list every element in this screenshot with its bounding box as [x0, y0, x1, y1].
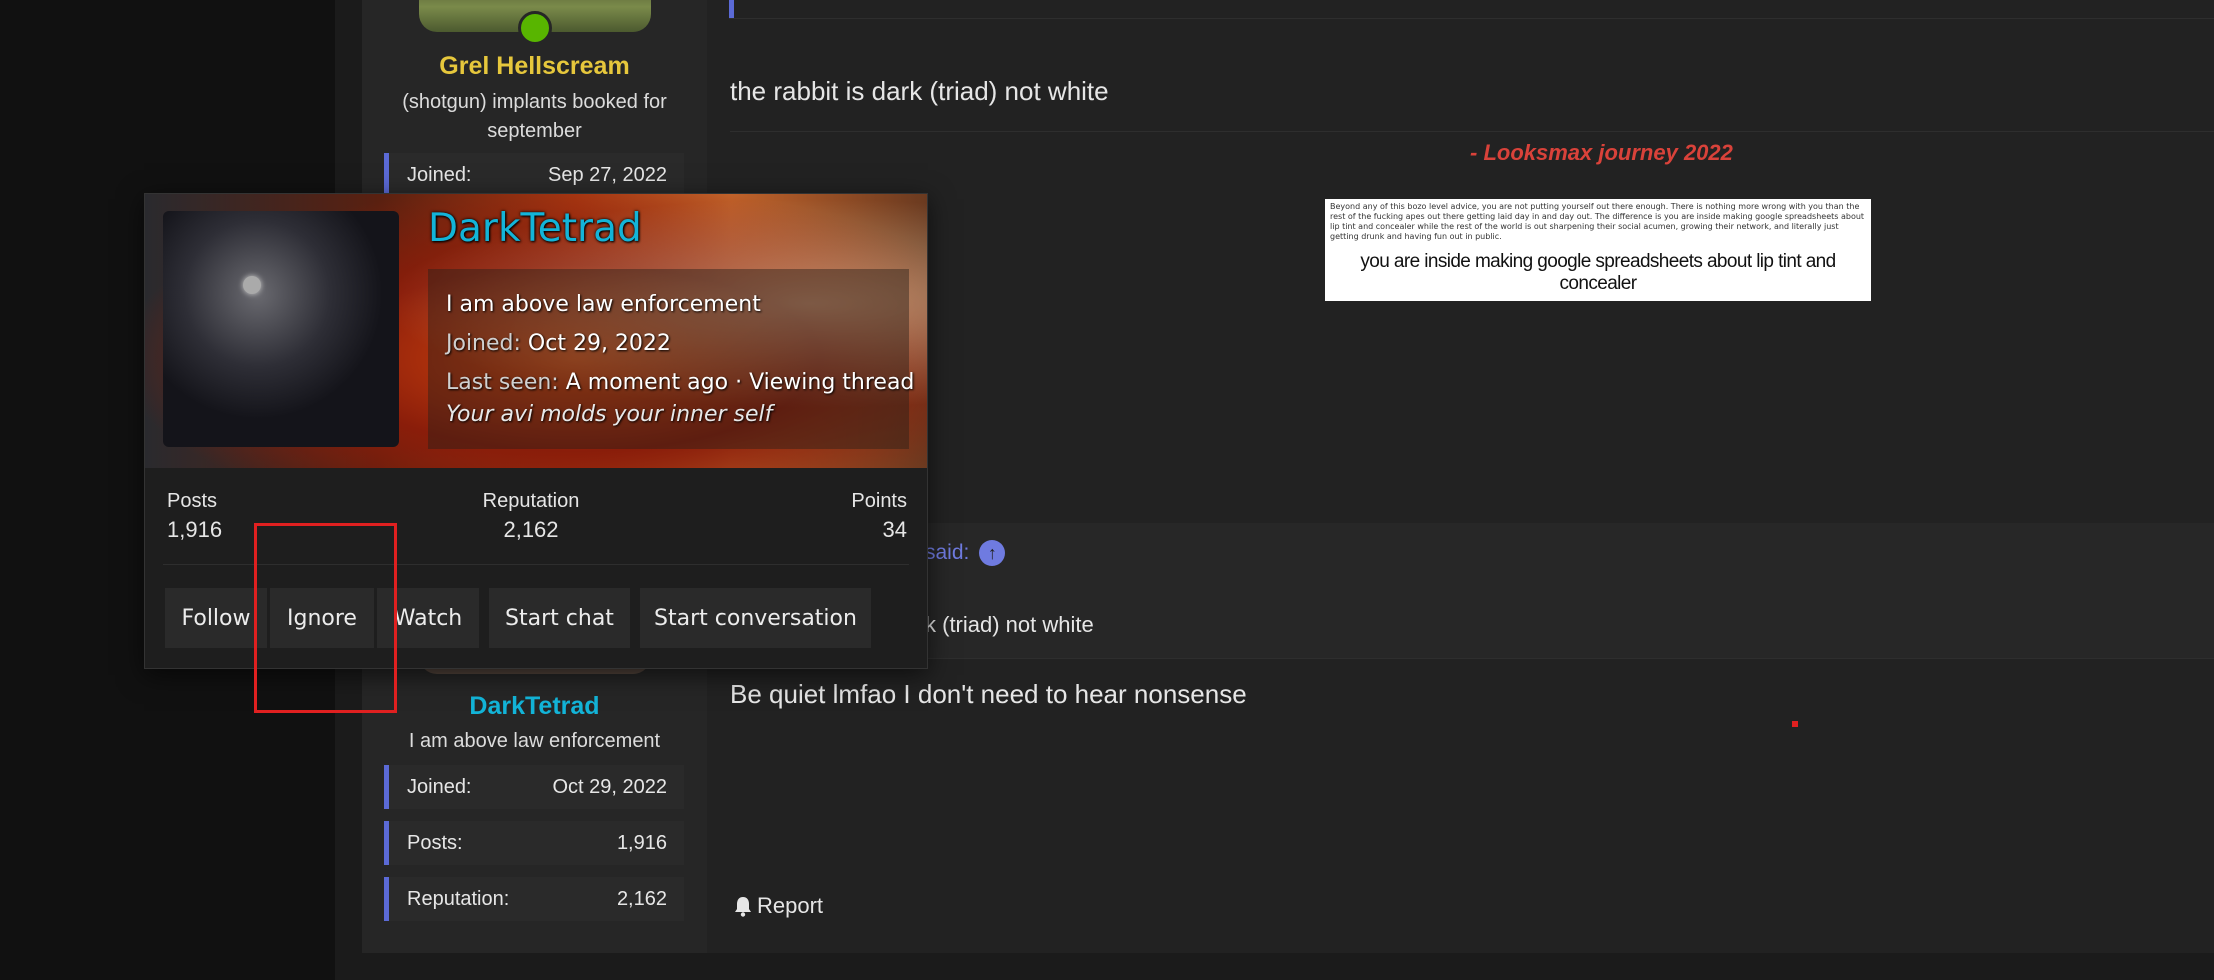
card-joined-value: Oct 29, 2022 — [527, 331, 671, 356]
signature-title: - Looksmax journey 2022 — [1470, 140, 1733, 165]
start-conversation-button[interactable]: Start conversation — [639, 587, 872, 649]
stat-posts-label: Posts — [167, 490, 218, 512]
card-username[interactable]: DarkTetrad — [428, 206, 642, 251]
posts-value: 1,916 — [616, 831, 667, 854]
joined-label: Joined: — [407, 163, 472, 186]
stat-points-label: Points — [851, 490, 907, 512]
card-user-title: I am above law enforcement — [446, 292, 761, 317]
post-message: Be quiet lmfao I don't need to hear nons… — [730, 679, 1247, 709]
cursor-marker — [1792, 721, 1798, 727]
signature-image-caption: you are inside making google spreadsheet… — [1360, 251, 1836, 294]
user-joined-row: Joined: Oct 29, 2022 — [384, 765, 684, 809]
report-label[interactable]: Report — [757, 893, 823, 919]
card-signature: Your avi molds your inner self — [446, 402, 773, 427]
stat-reputation-label: Reputation — [482, 490, 580, 512]
user-title: (shotgun) implants booked for september — [402, 91, 667, 142]
stat-posts-value: 1,916 — [167, 517, 223, 542]
arrow-up-icon[interactable]: ↑ — [979, 540, 1006, 566]
follow-button[interactable]: Follow — [164, 587, 268, 649]
signature-image-small-text: Beyond any of this bozo level advice, yo… — [1330, 202, 1865, 241]
user-joined-row: Joined: Sep 27, 2022 — [384, 153, 684, 197]
online-status-icon — [518, 11, 552, 45]
card-joined: Joined: Oct 29, 2022 — [446, 331, 671, 356]
avatar[interactable] — [163, 211, 399, 447]
card-last-seen-label: Last seen: — [446, 370, 559, 395]
avatar-detail — [243, 276, 261, 294]
reputation-value: 2,162 — [616, 887, 667, 910]
quote-bar — [729, 0, 734, 18]
username-link[interactable]: DarkTetrad — [362, 692, 707, 721]
username-link[interactable]: Grel Hellscream — [362, 52, 707, 81]
user-title: I am above law enforcement — [408, 730, 661, 752]
stat-reputation-value: 2,162 — [503, 517, 559, 542]
joined-value: Oct 29, 2022 — [552, 775, 667, 798]
stat-points: Points 34 — [825, 490, 907, 543]
user-reputation-row: Reputation: 2,162 — [384, 877, 684, 921]
highlight-annotation-box — [254, 523, 397, 713]
card-joined-label: Joined: — [446, 331, 521, 356]
quote-text: k (triad) not white — [925, 612, 1094, 637]
divider — [730, 658, 2214, 659]
user-posts-row: Posts: 1,916 — [384, 821, 684, 865]
quote-said-label[interactable]: said: — [925, 541, 969, 565]
stat-reputation: Reputation 2,162 — [481, 490, 581, 543]
stat-posts: Posts 1,916 — [167, 490, 222, 543]
post-message: the rabbit is dark (triad) not white — [730, 76, 1109, 106]
report-link[interactable]: Report — [733, 893, 823, 919]
signature-image: Beyond any of this bozo level advice, yo… — [1325, 199, 1871, 301]
quote-header[interactable]: said: ↑ — [925, 540, 1006, 566]
divider — [729, 18, 2214, 19]
stat-points-value: 34 — [882, 517, 907, 542]
reputation-label: Reputation: — [407, 887, 510, 910]
start-chat-button[interactable]: Start chat — [488, 587, 631, 649]
bell-icon — [733, 895, 753, 917]
card-last-seen: Last seen: A moment ago · Viewing thread — [446, 370, 914, 395]
signature-divider — [730, 131, 2214, 132]
posts-label: Posts: — [407, 831, 463, 854]
card-last-seen-value: A moment ago · Viewing thread — [565, 370, 915, 395]
joined-label: Joined: — [407, 775, 472, 798]
joined-value: Sep 27, 2022 — [548, 163, 667, 186]
